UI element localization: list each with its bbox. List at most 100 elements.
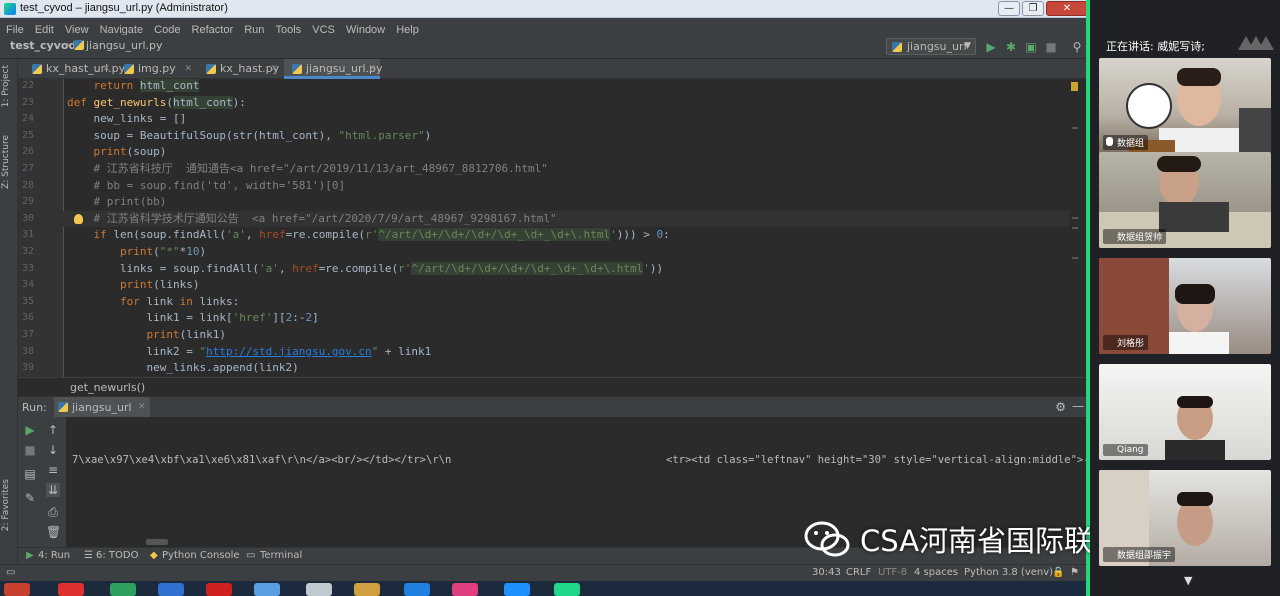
taskbar-app-icon[interactable] — [404, 583, 430, 596]
notification-icon[interactable]: ⚑ — [1070, 567, 1079, 578]
run-icon[interactable]: ▶ — [984, 40, 998, 54]
code-line[interactable]: 23 def get_newurls(html_cont): — [18, 95, 1080, 112]
project-tool-tab[interactable]: 1: Project — [1, 65, 11, 107]
taskbar-app-icon[interactable] — [206, 583, 232, 596]
taskbar-app-icon[interactable] — [4, 583, 30, 596]
down-arrow-icon[interactable]: ↓ — [46, 443, 60, 457]
console-output-right: <tr><td class="leftnav" height="30" styl… — [666, 454, 1090, 466]
taskbar-app-icon[interactable] — [58, 583, 84, 596]
scroll-down-icon[interactable]: ▼ — [1184, 574, 1192, 587]
layout-icon[interactable]: ▤ — [23, 467, 37, 481]
run-tab[interactable]: jiangsu_url ✕ — [54, 397, 150, 418]
code-line[interactable]: 24 new_links = [] — [18, 111, 1080, 128]
code-editor[interactable]: 22 return html_cont 23 def get_newurls(htm… — [18, 79, 1080, 377]
line-number: 23 — [21, 96, 34, 108]
code-line[interactable]: 28 # bb = soup.find('td', width='581')[0… — [18, 178, 1080, 195]
breadcrumb-file[interactable]: jiangsu_url.py — [86, 39, 163, 52]
console-scrollbar[interactable] — [146, 539, 168, 545]
indent-setting[interactable]: 4 spaces — [914, 567, 958, 578]
tab-kx-hast[interactable]: kx_hast.py ✕ — [198, 59, 282, 79]
coverage-icon[interactable]: ▣ — [1024, 40, 1038, 54]
soft-wrap-icon[interactable]: ≡ — [46, 463, 60, 477]
line-number: 25 — [21, 129, 34, 141]
code-text: def get_newurls(html_cont): — [67, 95, 246, 109]
code-line[interactable]: 29 # print(bb) — [18, 194, 1080, 211]
tab-kx-hast-url[interactable]: kx_hast_url.py ✕ — [24, 59, 125, 79]
favorites-tool-tab[interactable]: 2: Favorites — [1, 479, 11, 531]
line-number: 32 — [21, 246, 34, 257]
up-arrow-icon[interactable]: ↑ — [46, 423, 60, 437]
tab-img[interactable]: img.py ✕ — [116, 59, 196, 79]
close-button[interactable]: ✕ — [1046, 1, 1088, 16]
code-line[interactable]: 32 print("*"*10) — [18, 244, 1080, 261]
taskbar-app-icon[interactable] — [354, 583, 380, 596]
close-icon[interactable]: ✕ — [184, 59, 192, 79]
participant-video[interactable]: Qiang — [1099, 364, 1271, 460]
line-number: 36 — [21, 312, 34, 324]
close-icon[interactable]: ✕ — [270, 59, 278, 79]
tool-windows-icon[interactable]: ▭ — [6, 567, 15, 578]
taskbar-app-icon[interactable] — [110, 583, 136, 596]
editor-scrollbar[interactable] — [1070, 79, 1080, 377]
rerun-icon[interactable]: ▶ — [23, 423, 37, 437]
taskbar-app-icon[interactable] — [504, 583, 530, 596]
python-interpreter[interactable]: Python 3.8 (venv) — [964, 567, 1053, 578]
debug-icon[interactable]: ✱ — [1004, 40, 1018, 54]
code-line[interactable]: 37 print(link1) — [18, 327, 1080, 344]
code-line[interactable]: 33 links = soup.findAll('a', href=re.com… — [18, 261, 1080, 278]
participant-video[interactable]: 数据组 — [1099, 58, 1271, 154]
gear-icon[interactable]: ⚙ — [1055, 400, 1066, 414]
bottom-tab-todo[interactable]: 6: TODO — [96, 550, 138, 561]
print-icon[interactable]: ⎙ — [46, 505, 60, 519]
bottom-tab-python-console[interactable]: Python Console — [162, 550, 240, 561]
python-file-icon — [124, 64, 134, 74]
stop-icon[interactable]: ■ — [23, 443, 37, 457]
bottom-tab-run[interactable]: 4: Run — [38, 550, 70, 561]
python-file-icon — [292, 64, 302, 74]
trash-icon[interactable]: 🗑 — [46, 525, 61, 539]
line-separator[interactable]: CRLF — [846, 567, 871, 578]
file-encoding[interactable]: UTF-8 — [878, 567, 907, 578]
participant-video[interactable]: 数据组邵振宇 — [1099, 470, 1271, 566]
intention-bulb-icon[interactable] — [74, 213, 83, 224]
close-icon[interactable]: ✕ — [102, 59, 110, 79]
line-number: 34 — [21, 279, 34, 291]
tab-jiangsu-url[interactable]: jiangsu_url.py ✕ — [284, 59, 383, 79]
stop-icon[interactable]: ■ — [1044, 40, 1058, 54]
taskbar-app-icon[interactable] — [158, 583, 184, 596]
minimize-icon[interactable]: — — [1072, 399, 1084, 413]
maximize-button[interactable]: ❐ — [1022, 1, 1044, 16]
code-line[interactable]: 34 print(links) — [18, 277, 1080, 294]
participant-video[interactable]: 数据组贺帅 — [1099, 152, 1271, 248]
code-line[interactable]: 35 for link in links: — [18, 294, 1080, 311]
code-line[interactable]: 38 link2 = "http://std.jiangsu.gov.cn" +… — [18, 344, 1080, 361]
participant-video[interactable]: 刘格彤 — [1099, 258, 1271, 354]
code-line[interactable]: 26 print(soup) — [18, 144, 1080, 161]
taskbar-app-icon[interactable] — [452, 583, 478, 596]
lock-icon[interactable]: 🔒 — [1052, 567, 1064, 578]
todo-icon: ☰ — [84, 550, 93, 561]
code-line[interactable]: 27 # 江苏省科技厅 通知通告<a href="/art/2019/11/13… — [18, 161, 1080, 178]
minimize-button[interactable]: — — [998, 1, 1020, 16]
structure-tool-tab[interactable]: Z: Structure — [1, 135, 11, 189]
code-line[interactable]: 30 # 江苏省科学技术厅通知公告 <a href="/art/2020/7/9… — [18, 210, 1080, 228]
taskbar-app-icon[interactable] — [254, 583, 280, 596]
cursor-position[interactable]: 30:43 — [812, 567, 841, 578]
taskbar-app-icon[interactable] — [306, 583, 332, 596]
code-text: print(soup) — [93, 145, 167, 159]
close-icon[interactable]: ✕ — [368, 59, 376, 79]
scroll-end-icon[interactable]: ⇊ — [46, 483, 60, 497]
participant-name: Qiang — [1103, 444, 1148, 456]
code-line[interactable]: 25 soup = BeautifulSoup(str(html_cont), … — [18, 128, 1080, 145]
function-breadcrumb[interactable]: get_newurls() — [70, 381, 145, 394]
code-line[interactable]: 31 if len(soup.findAll('a', href=re.comp… — [18, 227, 1080, 244]
taskbar-app-icon[interactable] — [554, 583, 580, 596]
code-line[interactable]: 22 return html_cont — [18, 79, 1080, 95]
code-line[interactable]: 36 link1 = link['href'][2:-2] — [18, 310, 1080, 327]
search-icon[interactable]: ⚲ — [1070, 40, 1084, 54]
pin-icon[interactable]: ✎ — [23, 491, 37, 505]
bottom-tab-terminal[interactable]: Terminal — [260, 550, 302, 561]
run-config-select[interactable]: jiangsu_url ▼ — [886, 38, 976, 55]
close-icon[interactable]: ✕ — [138, 397, 146, 418]
code-line[interactable]: 39 new_links.append(link2) — [18, 360, 1080, 377]
